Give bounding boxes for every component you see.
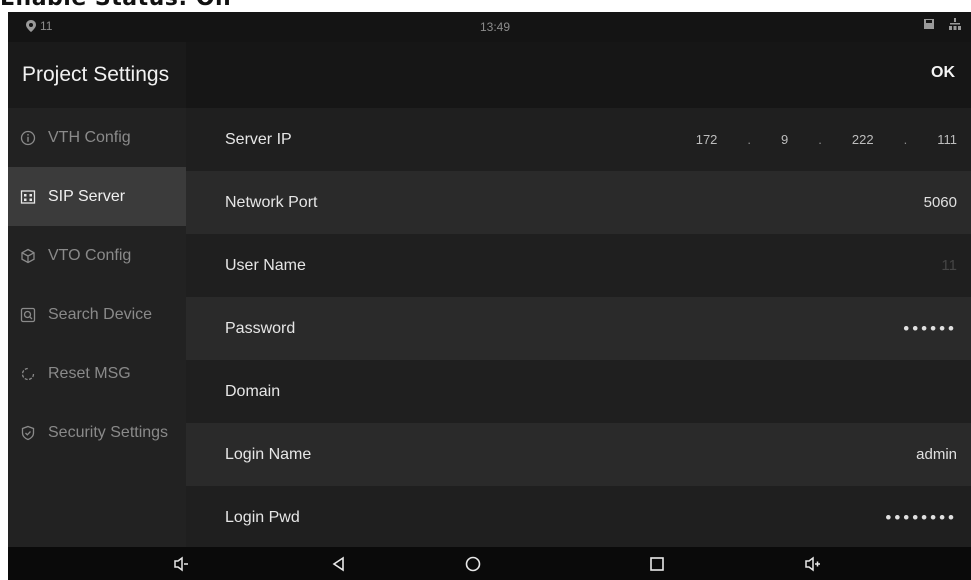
user-name-input[interactable]: 11: [941, 257, 957, 274]
sidebar-item-search-device[interactable]: Search Device: [8, 285, 186, 344]
field-label: Domain: [225, 382, 281, 400]
sidebar-item-label: Security Settings: [48, 423, 169, 441]
page-caption: Enable Status: On: [0, 0, 231, 12]
network-icon: [949, 18, 961, 30]
content-header: OK: [186, 42, 971, 108]
ip-separator: .: [903, 132, 908, 147]
volume-down-icon[interactable]: [172, 555, 190, 573]
password-row[interactable]: Password ••••••: [186, 297, 971, 360]
cube-icon: [21, 248, 35, 263]
building-icon: [20, 189, 36, 204]
sidebar-item-security-settings[interactable]: Security Settings: [8, 403, 186, 462]
sidebar-item-sip-server[interactable]: SIP Server: [8, 167, 186, 226]
field-label: Login Name: [225, 445, 312, 463]
ok-button[interactable]: OK: [931, 64, 955, 82]
sip-server-form: OK Server IP 172 . 9 . 222 . 111 Network…: [186, 42, 971, 547]
ip-octet[interactable]: 222: [852, 132, 874, 147]
volume-up-icon[interactable]: [804, 555, 822, 573]
login-name-row[interactable]: Login Name admin: [186, 423, 971, 486]
home-icon[interactable]: [464, 555, 482, 573]
field-label: Network Port: [225, 193, 318, 211]
device-screen: digitkli klik digitkli 11 13:49: [8, 12, 971, 580]
location-icon: [26, 20, 36, 32]
user-name-row[interactable]: User Name 11: [186, 234, 971, 297]
reset-icon: [21, 367, 35, 380]
sidebar-item-label: VTO Config: [48, 246, 132, 264]
sidebar-item-reset-msg[interactable]: Reset MSG: [8, 344, 186, 403]
field-label: Server IP: [225, 130, 292, 148]
ip-octet[interactable]: 111: [937, 132, 957, 147]
ip-separator: .: [747, 132, 752, 147]
notification-count: 11: [40, 19, 53, 33]
field-label: Password: [225, 319, 296, 337]
login-pwd-row[interactable]: Login Pwd ••••••••: [186, 486, 971, 549]
field-label: Login Pwd: [225, 508, 300, 526]
navigation-bar: [8, 547, 971, 580]
info-icon: [20, 130, 36, 145]
server-ip-input[interactable]: 172 . 9 . 222 . 111: [696, 132, 957, 147]
sidebar-item-vth-config[interactable]: VTH Config: [8, 108, 186, 167]
sd-card-icon: [924, 19, 934, 29]
login-pwd-input[interactable]: ••••••••: [885, 508, 957, 528]
settings-sidebar: Project Settings VTH Config SIP Server V…: [8, 42, 186, 547]
network-port-row[interactable]: Network Port 5060: [186, 171, 971, 234]
sidebar-item-label: Reset MSG: [48, 364, 131, 382]
sidebar-item-label: Search Device: [48, 305, 153, 323]
sidebar-item-vto-config[interactable]: VTO Config: [8, 226, 186, 285]
status-bar: 11 13:49: [8, 12, 971, 42]
clock: 13:49: [480, 20, 511, 34]
network-port-input[interactable]: 5060: [924, 194, 957, 211]
back-icon[interactable]: [330, 555, 348, 573]
server-ip-row[interactable]: Server IP 172 . 9 . 222 . 111: [186, 108, 971, 171]
shield-icon: [21, 425, 35, 440]
sidebar-item-label: SIP Server: [48, 187, 126, 205]
ip-separator: .: [818, 132, 822, 147]
ip-octet[interactable]: 172: [696, 132, 718, 147]
sidebar-item-label: VTH Config: [48, 128, 131, 146]
password-input[interactable]: ••••••: [903, 319, 957, 339]
login-name-input[interactable]: admin: [916, 446, 957, 463]
ip-octet[interactable]: 9: [781, 132, 788, 147]
search-device-icon: [20, 307, 36, 322]
recent-apps-icon[interactable]: [648, 555, 666, 573]
domain-row[interactable]: Domain: [186, 360, 971, 423]
field-label: User Name: [225, 256, 306, 274]
sidebar-title: Project Settings: [8, 42, 186, 108]
